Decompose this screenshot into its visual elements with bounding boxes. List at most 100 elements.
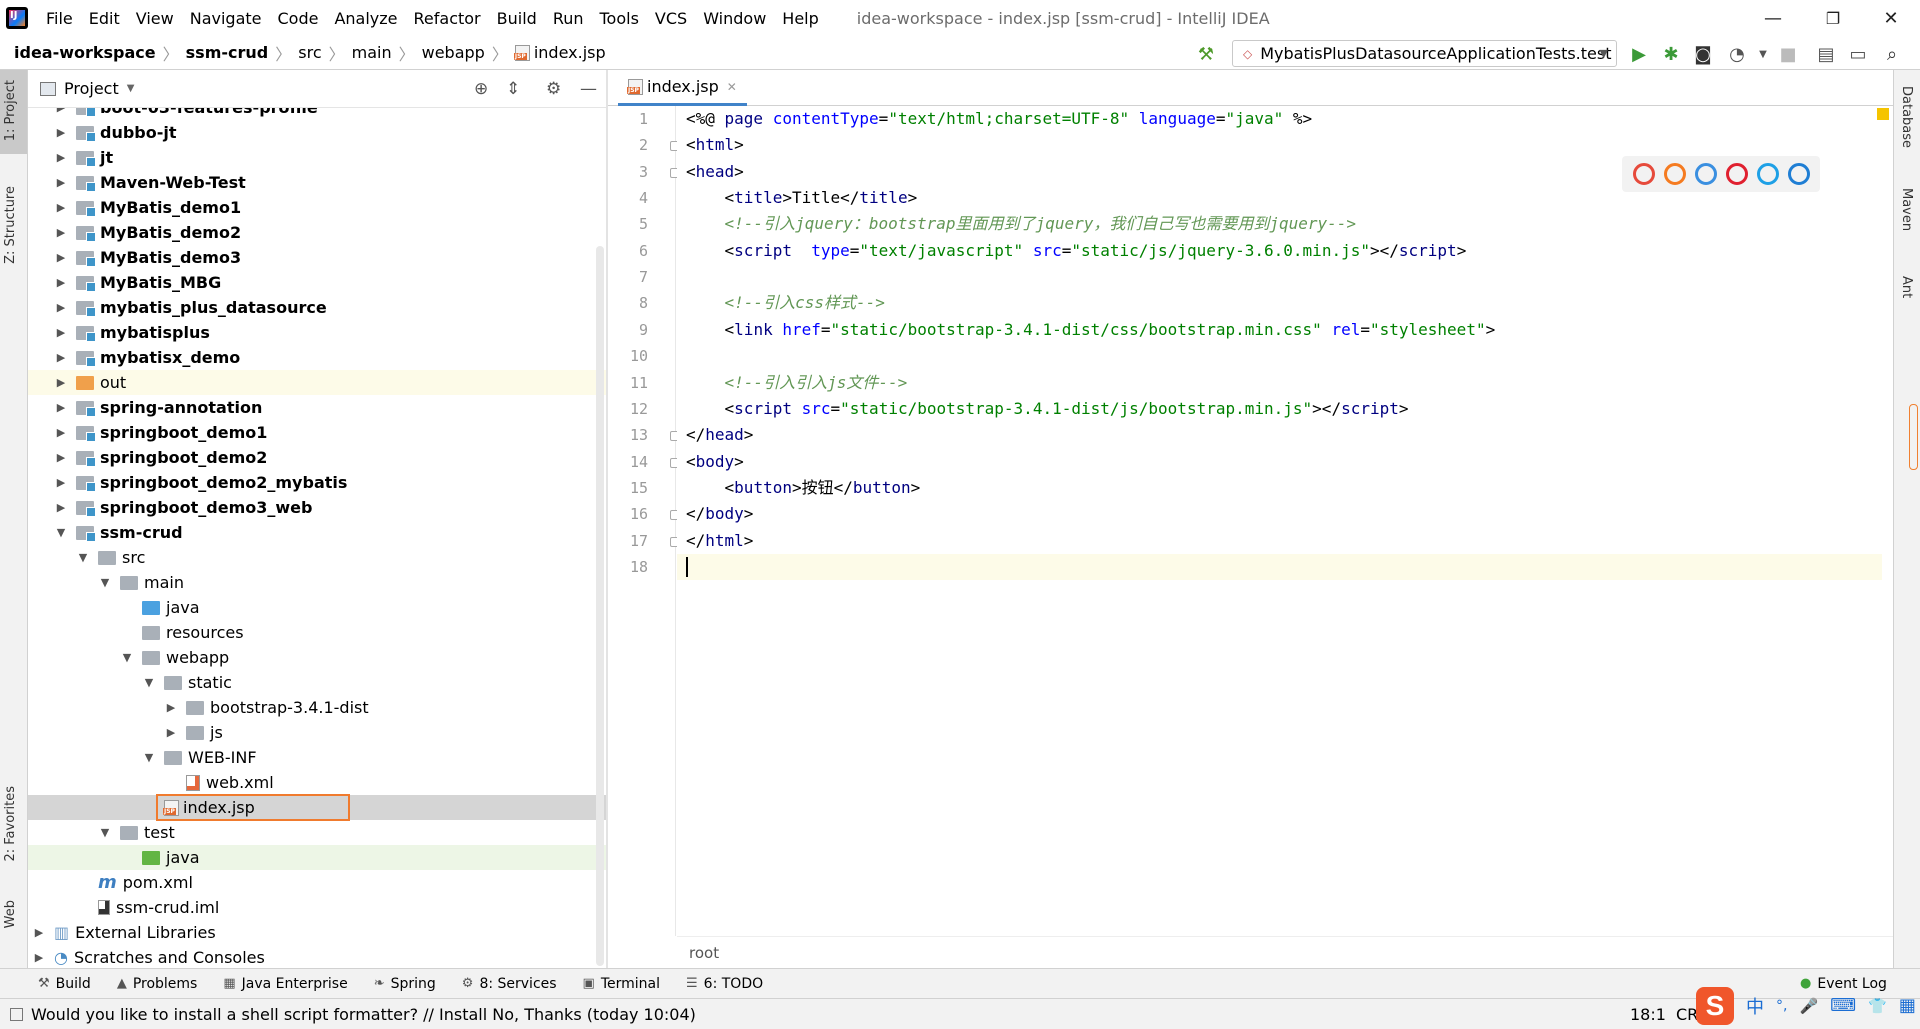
tree-item[interactable]: ▼ ssm-crud [28,520,606,545]
tree-item[interactable]: index.jsp [28,794,606,821]
tree-item[interactable]: ▼ test [28,820,606,845]
tree-item[interactable]: ▶ bootstrap-3.4.1-dist [28,695,606,720]
project-structure-icon[interactable]: ▤ [1814,42,1838,66]
expanded-arrow-icon[interactable]: ▼ [76,551,90,564]
stop-icon[interactable]: ■ [1776,42,1800,66]
tree-item[interactable]: ▼ webapp [28,645,606,670]
collapsed-arrow-icon[interactable]: ▶ [54,326,68,339]
menu-refactor[interactable]: Refactor [414,9,481,28]
tab-ant[interactable]: Ant [1899,276,1914,298]
project-tree-scrollbar[interactable] [596,246,604,966]
ime-skin-icon[interactable]: 👕 [1868,997,1887,1015]
run-icon[interactable]: ▶ [1627,42,1651,66]
code-line[interactable]: <!--引入引入js文件--> [677,370,1882,396]
tree-item[interactable]: ▶ mybatisx_demo [28,345,606,370]
restore-button[interactable]: ❐ [1810,0,1856,36]
collapsed-arrow-icon[interactable]: ▶ [54,476,68,489]
tree-item[interactable]: ▶ springboot_demo2_mybatis [28,470,606,495]
code-line[interactable]: </head> [677,422,1882,448]
tree-item[interactable]: ▶ springboot_demo3_web [28,495,606,520]
tool-window-8-services[interactable]: ⚙ 8: Services [462,976,557,992]
tool-window-spring[interactable]: ❧ Spring [374,976,436,992]
tree-item[interactable]: ▼ WEB-INF [28,745,606,770]
expanded-arrow-icon[interactable]: ▼ [142,751,156,764]
tab-favorites[interactable]: 2: Favorites [3,786,18,862]
edge-icon[interactable] [1787,163,1810,185]
tree-item[interactable]: ▼ src [28,545,606,570]
code-line[interactable] [677,343,1882,369]
code-line[interactable]: <html> [677,132,1882,158]
code-line[interactable]: <!--引入css样式--> [677,290,1882,316]
collapsed-arrow-icon[interactable]: ▶ [164,726,178,739]
breadcrumb-src[interactable]: src [298,43,321,62]
expanded-arrow-icon[interactable]: ▼ [54,526,68,539]
tree-item[interactable]: java [28,845,606,870]
tree-item[interactable]: ▶ springboot_demo2 [28,445,606,470]
collapsed-arrow-icon[interactable]: ▶ [54,451,68,464]
tree-item[interactable]: ▶ Maven-Web-Test [28,170,606,195]
gear-icon[interactable]: ⚙ [546,79,561,99]
collapsed-arrow-icon[interactable]: ▶ [54,426,68,439]
collapsed-arrow-icon[interactable]: ▶ [54,126,68,139]
tab-maven[interactable]: Maven [1899,188,1914,231]
tab-web[interactable]: Web [3,900,18,928]
ime-language-icon[interactable]: 中 [1746,993,1764,1019]
code-editor[interactable]: <%@ page contentType="text/html;charset=… [677,106,1882,936]
code-line[interactable] [677,553,1882,580]
close-window-button[interactable]: ✕ [1868,0,1914,36]
safari-icon[interactable] [1694,163,1717,185]
tree-item[interactable]: ▼ main [28,570,606,595]
collapsed-arrow-icon[interactable]: ▶ [54,301,68,314]
tree-item[interactable]: ▶ boot-03-features-profile [28,108,606,120]
collapsed-arrow-icon[interactable]: ▶ [54,176,68,189]
code-line[interactable]: <button>按钮</button> [677,475,1882,501]
ime-toolbox-icon[interactable]: ▦ [1899,995,1916,1016]
tool-window-terminal[interactable]: ▣ Terminal [583,976,660,992]
collapsed-arrow-icon[interactable]: ▶ [54,201,68,214]
opera-icon[interactable] [1725,163,1748,185]
firefox-icon[interactable] [1663,163,1686,185]
breadcrumb-webapp[interactable]: webapp [422,43,485,62]
breadcrumb-module[interactable]: ssm-crud [186,43,269,62]
debug-icon[interactable]: ✱ [1659,42,1683,66]
expanded-arrow-icon[interactable]: ▼ [98,576,112,589]
status-message[interactable]: Would you like to install a shell script… [31,1005,696,1024]
collapsed-arrow-icon[interactable]: ▶ [54,351,68,364]
collapsed-arrow-icon[interactable]: ▶ [54,401,68,414]
menu-window[interactable]: Window [703,9,766,28]
menu-edit[interactable]: Edit [89,9,120,28]
tree-item[interactable]: ▶ mybatisplus [28,320,606,345]
ime-mic-icon[interactable]: 🎤 [1799,997,1818,1015]
tree-item[interactable]: ▶ jt [28,145,606,170]
status-toggle-icon[interactable] [10,1007,23,1021]
expanded-arrow-icon[interactable]: ▼ [98,826,112,839]
ime-keyboard-icon[interactable]: ⌨ [1830,995,1856,1016]
expanded-arrow-icon[interactable]: ▼ [142,676,156,689]
tree-item[interactable]: ▶ ◔ Scratches and Consoles [28,945,606,968]
collapsed-arrow-icon[interactable]: ▶ [54,376,68,389]
tree-item[interactable]: ▶ js [28,720,606,745]
collapsed-arrow-icon[interactable]: ▶ [54,276,68,289]
minimize-button[interactable]: — [1750,0,1796,36]
profile-dropdown-icon[interactable]: ▼ [1751,42,1775,66]
collapsed-arrow-icon[interactable]: ▶ [32,926,46,939]
tree-item[interactable]: ▶ spring-annotation [28,395,606,420]
collapsed-arrow-icon[interactable]: ▶ [164,701,178,714]
sogou-ime-icon[interactable]: S [1696,986,1734,1025]
run-configuration-select[interactable]: ◇ MybatisPlusDatasourceApplicationTests.… [1232,40,1617,67]
menu-vcs[interactable]: VCS [655,9,687,28]
breadcrumb-workspace[interactable]: idea-workspace [14,43,156,62]
tree-item[interactable]: ▼ static [28,670,606,695]
tab-project[interactable]: 1: Project [3,80,18,141]
code-line[interactable]: <body> [677,449,1882,475]
ie-icon[interactable] [1756,163,1779,185]
search-everywhere-icon[interactable]: ⌕ [1880,42,1904,66]
collapsed-arrow-icon[interactable]: ▶ [54,251,68,264]
tool-window-java-enterprise[interactable]: ▦ Java Enterprise [223,976,347,992]
project-panel-title[interactable]: Project [64,79,119,98]
tool-window-build[interactable]: ⚒ Build [38,976,91,992]
toggle-layout-icon[interactable]: ▭ [1846,42,1870,66]
editor-footer-crumb[interactable]: root [689,944,719,962]
tab-structure[interactable]: Z: Structure [3,186,18,264]
code-line[interactable]: <!--引入jquery：bootstrap里面用到了jquery，我们自己写也… [677,211,1882,237]
